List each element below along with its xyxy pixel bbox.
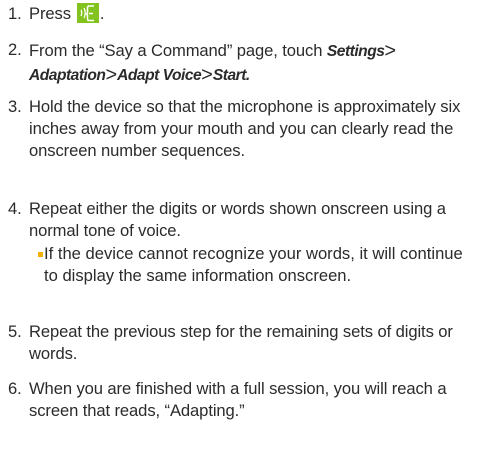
bullet-marker [38, 252, 43, 257]
menu-path-start: Start [212, 67, 247, 84]
step-text: Press [29, 4, 71, 23]
step-text: Repeat the previous step for the remaini… [29, 322, 458, 363]
step-6: 6. When you are finished with a full ses… [8, 378, 484, 422]
voice-command-icon [76, 3, 99, 23]
bullet-text: If the device cannot recognize your word… [44, 244, 463, 285]
step-4: 4. Repeat either the digits or words sho… [8, 198, 484, 242]
path-separator: > [201, 64, 213, 86]
step-text: Hold the device so that the microphone i… [29, 97, 465, 160]
step-number: 1. [8, 4, 22, 23]
step-number: 6. [8, 379, 22, 398]
step-number: 4. [8, 199, 22, 218]
step-text: Repeat either the digits or words shown … [29, 199, 451, 240]
menu-path-settings: Settings [326, 43, 385, 60]
path-separator: > [105, 64, 118, 86]
step-text-end: . [245, 67, 250, 84]
menu-path-adaptation: Adaptation [29, 67, 106, 84]
path-separator: > [384, 40, 397, 62]
step-1: 1. Press . [8, 3, 484, 25]
step-number: 2. [8, 40, 22, 59]
step-text: From the “Say a Command” page, touch [29, 41, 327, 60]
step-text-end: . [99, 4, 105, 23]
note-bullet: If the device cannot recognize your word… [38, 243, 474, 287]
step-2: 2. From the “Say a Command” page, touch … [8, 39, 484, 87]
instructions-page: 1. Press . 2. From the “Say a Command” p… [0, 0, 490, 456]
step-5: 5. Repeat the previous step for the rema… [8, 321, 484, 365]
step-number: 5. [8, 322, 22, 341]
menu-path-adapt-voice: Adapt Voice [117, 67, 202, 84]
step-3: 3. Hold the device so that the microphon… [8, 96, 484, 162]
step-number: 3. [8, 97, 22, 116]
step-text: When you are finished with a full sessio… [29, 379, 451, 420]
